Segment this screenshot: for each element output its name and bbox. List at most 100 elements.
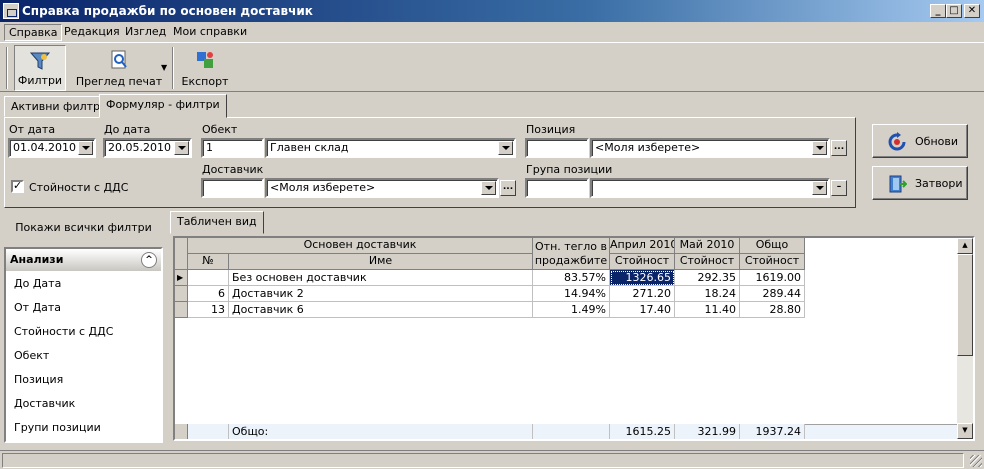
column-share-header[interactable]: Отн. тегло в продажбите [533, 238, 610, 270]
value-subheader[interactable]: Стойност [610, 254, 675, 270]
print-preview-button[interactable]: Преглед печат [74, 45, 164, 91]
print-preview-icon [111, 50, 127, 69]
table-cell[interactable]: 17.40 [610, 302, 675, 318]
resize-grip-icon[interactable] [970, 455, 982, 467]
list-item[interactable]: Обект [6, 343, 161, 367]
table-cell[interactable]: 18.24 [675, 286, 740, 302]
export-icon [197, 52, 213, 68]
value-subheader[interactable]: Стойност [740, 254, 805, 270]
table-cell[interactable]: 6 [188, 286, 229, 302]
status-pane [2, 453, 964, 468]
supplier-browse-button[interactable]: ... [500, 180, 516, 196]
minimize-button[interactable]: _ [930, 4, 946, 18]
tab-form-filters[interactable]: Формуляр - филтри [99, 94, 227, 118]
menu-my-reports[interactable]: Мои справки [169, 24, 251, 39]
tab-table-view[interactable]: Табличен вид [170, 211, 264, 234]
to-date-dropdown[interactable] [174, 141, 189, 155]
group-clear-button[interactable]: – [831, 180, 847, 196]
analysis-list: Анализи ^ До Дата От Дата Стойности с ДД… [4, 247, 163, 443]
refresh-button[interactable]: Обнови [872, 124, 968, 158]
show-all-filters-button[interactable]: Покажи всички филтри [4, 212, 163, 244]
scroll-thumb[interactable] [957, 254, 973, 356]
table-cell[interactable]: 11.40 [675, 302, 740, 318]
chevron-down-icon[interactable]: ▼ [161, 63, 167, 72]
position-label: Позиция [526, 123, 576, 136]
scroll-up-button[interactable]: ▲ [957, 238, 973, 254]
close-window-button[interactable]: ✕ [964, 4, 980, 18]
group-dropdown[interactable] [812, 181, 827, 195]
table-cell[interactable]: Без основен доставчик [229, 270, 533, 286]
footer-total-overall: 1937.24 [740, 424, 805, 439]
list-item[interactable]: Позиция [6, 367, 161, 391]
column-no-header[interactable]: № [188, 254, 229, 270]
table-cell[interactable] [188, 270, 229, 286]
data-grid[interactable]: Основен доставчик № Име Отн. тегло в про… [173, 236, 975, 441]
menu-bar: Справка Редакция Изглед Мои справки [0, 22, 984, 42]
month-may-header: Май 2010 [675, 238, 740, 254]
maximize-button[interactable]: □ [946, 4, 962, 18]
from-date-label: От дата [9, 123, 56, 136]
collapse-icon[interactable]: ^ [141, 252, 157, 268]
group-select[interactable] [590, 178, 830, 198]
close-button[interactable]: Затвори [872, 166, 968, 200]
group-label: Група позиции [526, 163, 613, 176]
supplier-code-field[interactable] [201, 178, 264, 198]
table-cell[interactable]: 13 [188, 302, 229, 318]
title-bar: Справка продажби по основен доставчик _ … [0, 0, 984, 22]
object-label: Обект [202, 123, 238, 136]
scroll-down-button[interactable]: ▼ [957, 423, 973, 439]
table-cell[interactable]: 14.94% [533, 286, 610, 302]
value-subheader[interactable]: Стойност [675, 254, 740, 270]
selected-cell[interactable]: 1326.65 [610, 270, 675, 286]
list-item[interactable]: Групи позиции [6, 415, 161, 439]
table-cell[interactable]: 1619.00 [740, 270, 805, 286]
export-button[interactable]: Експорт [180, 45, 230, 91]
position-dropdown[interactable] [812, 141, 827, 155]
table-cell[interactable]: 289.44 [740, 286, 805, 302]
table-cell[interactable]: 83.57% [533, 270, 610, 286]
footer-cell [533, 424, 610, 439]
vertical-scrollbar[interactable]: ▲ ▼ [957, 238, 973, 439]
row-indicator-header [175, 238, 188, 270]
row-indicator [175, 424, 188, 439]
refresh-icon [888, 132, 906, 151]
tab-active-filters[interactable]: Активни филтри [4, 96, 115, 117]
position-select[interactable]: <Моля изберете> [590, 138, 830, 158]
table-cell[interactable]: 292.35 [675, 270, 740, 286]
analysis-header[interactable]: Анализи ^ [6, 249, 161, 271]
vat-checkbox[interactable] [11, 179, 24, 193]
supplier-label: Доставчик [202, 163, 264, 176]
from-date-dropdown[interactable] [78, 141, 93, 155]
list-item[interactable]: Стойности с ДДС [6, 319, 161, 343]
table-cell[interactable]: 1.49% [533, 302, 610, 318]
object-name-select[interactable]: Главен склад [265, 138, 516, 158]
toolbar-separator [6, 47, 8, 89]
table-cell[interactable]: Доставчик 2 [229, 286, 533, 302]
status-bar [0, 450, 984, 469]
position-browse-button[interactable]: ... [831, 140, 847, 156]
position-code-field[interactable] [525, 138, 589, 158]
supplier-dropdown[interactable] [481, 181, 496, 195]
list-item[interactable]: Доставчик [6, 391, 161, 415]
to-date-field[interactable]: 20.05.2010 [103, 138, 192, 158]
supplier-group-header: Основен доставчик [188, 238, 533, 254]
object-dropdown[interactable] [498, 141, 513, 155]
list-item[interactable]: От Дата [6, 295, 161, 319]
table-cell[interactable]: 271.20 [610, 286, 675, 302]
from-date-field[interactable]: 01.04.2010 [8, 138, 96, 158]
group-code-field[interactable] [525, 178, 589, 198]
toolbar-separator [172, 47, 174, 89]
app-icon [3, 3, 19, 19]
supplier-select[interactable]: <Моля изберете> [265, 178, 499, 198]
menu-view[interactable]: Изглед [121, 24, 170, 39]
table-cell[interactable]: Доставчик 6 [229, 302, 533, 318]
table-cell[interactable]: 28.80 [740, 302, 805, 318]
column-name-header[interactable]: Име [229, 254, 533, 270]
row-indicator [175, 286, 188, 302]
menu-edit[interactable]: Редакция [60, 24, 124, 39]
list-item[interactable]: До Дата [6, 271, 161, 295]
object-code-field[interactable]: 1 [201, 138, 264, 158]
footer-total-april: 1615.25 [610, 424, 675, 439]
filters-button[interactable]: Филтри [14, 45, 66, 91]
menu-report[interactable]: Справка [4, 24, 63, 41]
